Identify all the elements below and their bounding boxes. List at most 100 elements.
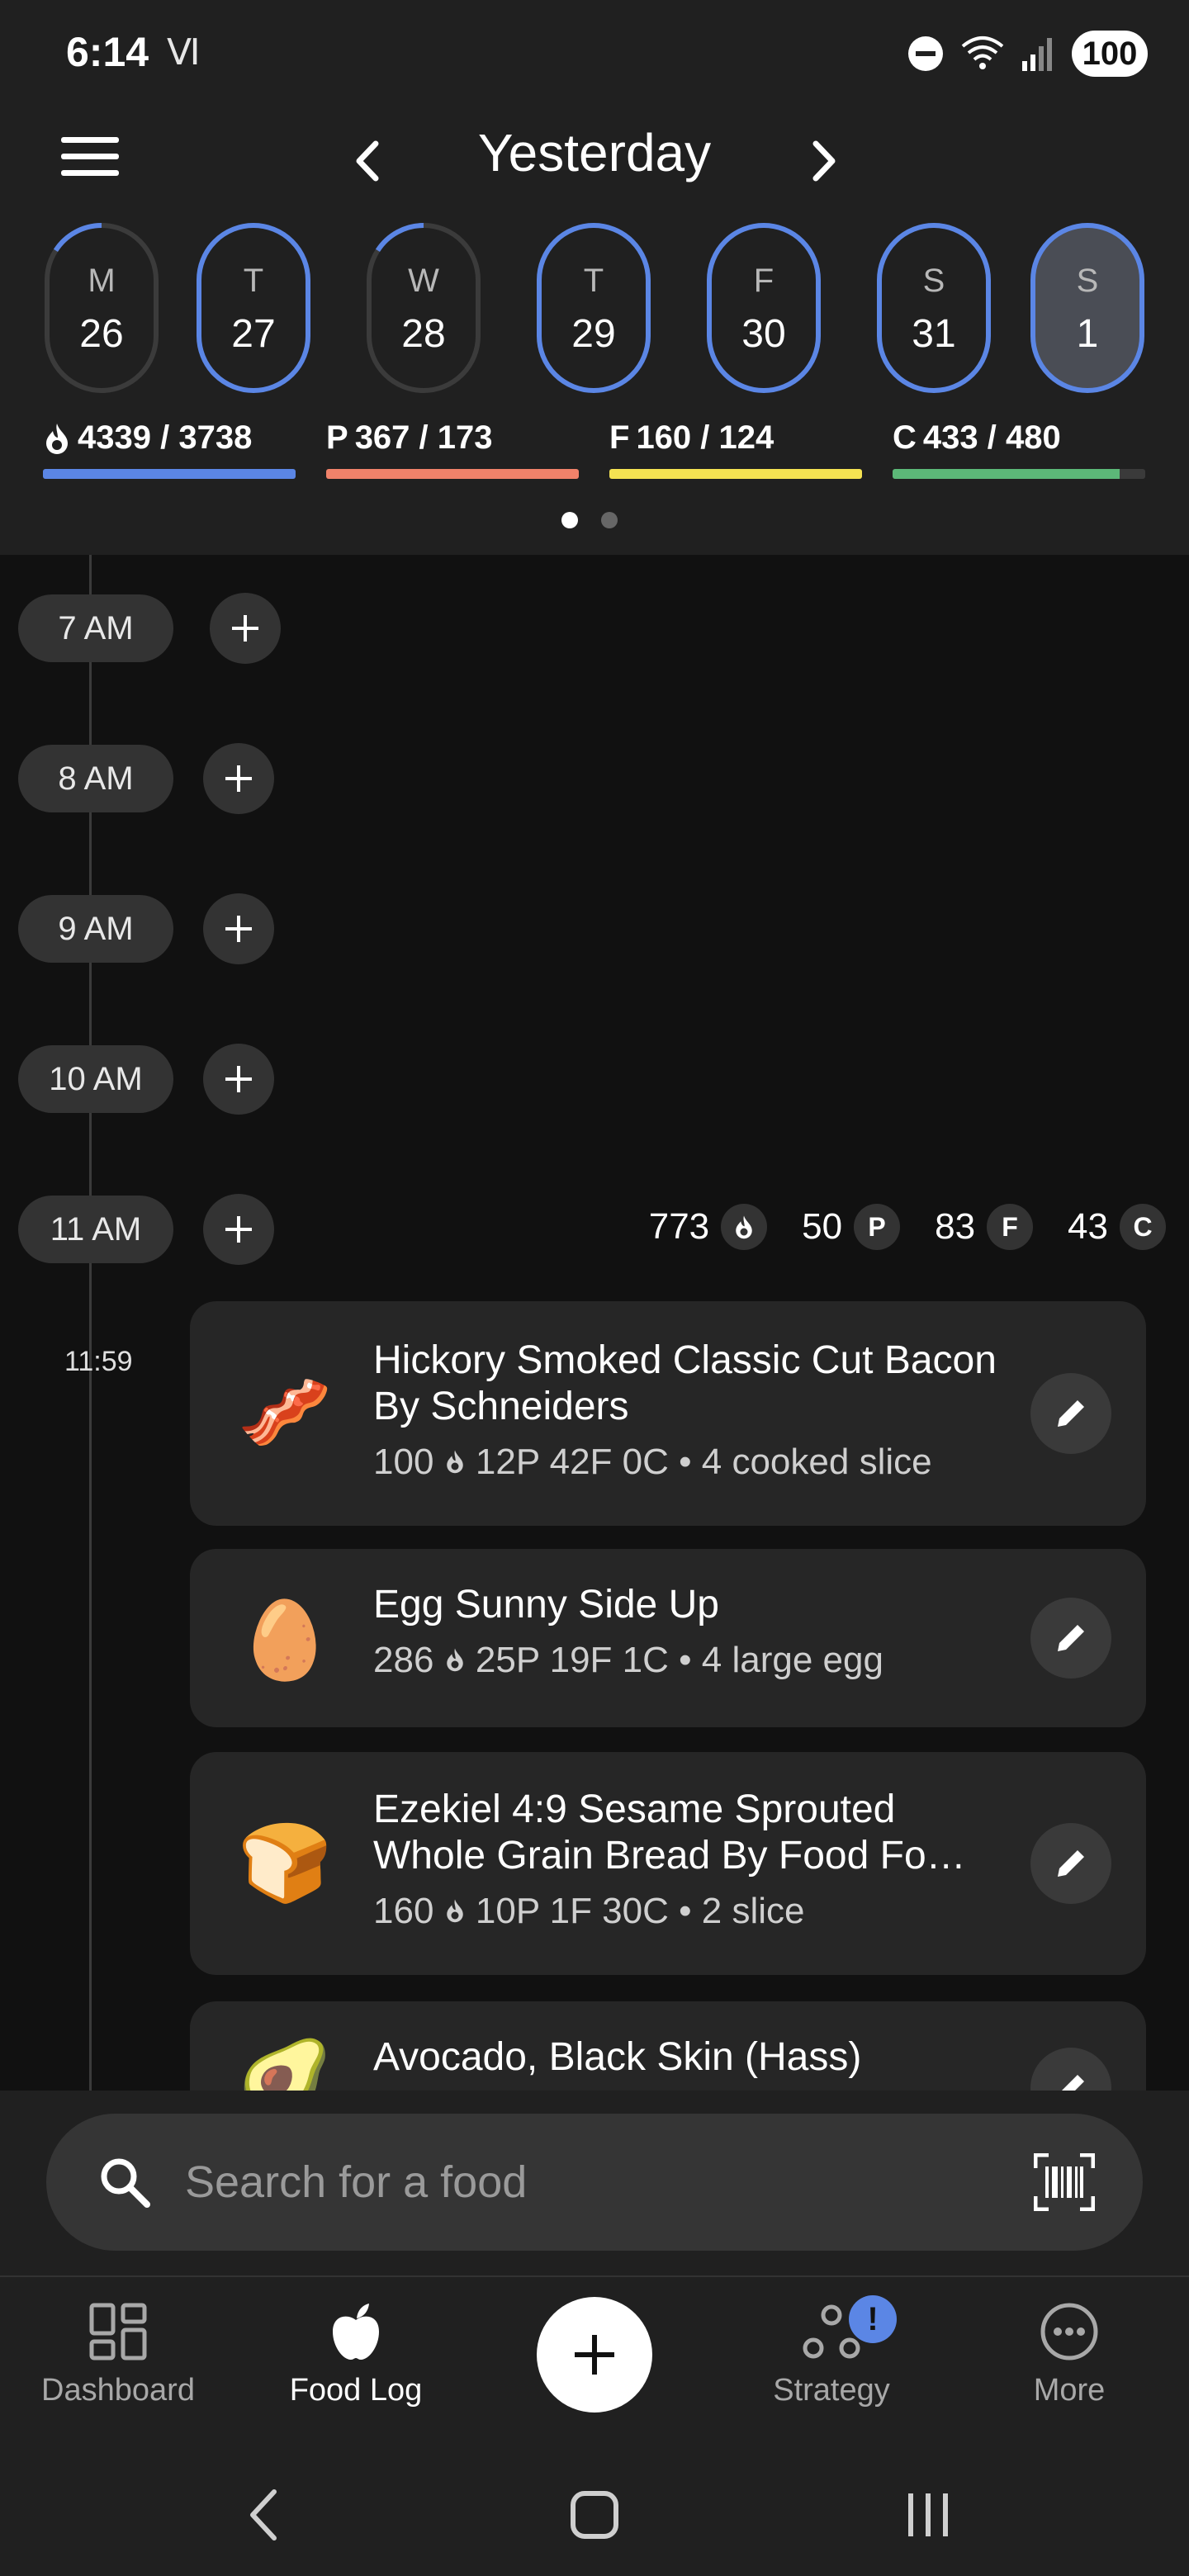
add-food-9am-button[interactable] [203, 893, 274, 964]
food-energy: 160 [373, 1891, 434, 1931]
fat-progress-bar [609, 469, 862, 479]
food-meta: 286 25P 19F 1C • 4 large egg [373, 1640, 883, 1680]
energy-total-value: 773 [648, 1206, 710, 1247]
page-indicator[interactable] [561, 512, 618, 528]
day-letter: W [408, 263, 439, 299]
barcode-scan-icon[interactable] [1034, 2153, 1095, 2211]
carbs-progress-fill [893, 469, 1120, 479]
protein-badge: P [854, 1204, 901, 1250]
status-bar: 6:14 Ⅵ 100 [0, 0, 1189, 107]
day-pill-29[interactable]: T 29 [537, 223, 651, 393]
page-dot-1[interactable] [561, 512, 578, 528]
menu-icon[interactable] [58, 132, 122, 182]
day-number: 30 [741, 312, 786, 356]
day-letter: S [1076, 263, 1099, 299]
page-title: Yesterday [477, 123, 712, 182]
flame-icon [721, 1204, 768, 1250]
search-input[interactable] [185, 2145, 928, 2219]
add-food-7am-button[interactable] [210, 593, 281, 664]
home-icon[interactable] [561, 2482, 628, 2548]
do-not-disturb-icon [908, 36, 943, 71]
day-pill-26[interactable]: M 26 [45, 223, 159, 393]
protein-progress-bar [326, 469, 579, 479]
nav-dashboard[interactable]: Dashboard [15, 2302, 221, 2408]
food-macros: 25P 19F 1C [475, 1640, 669, 1680]
edit-entry-button[interactable] [1030, 1598, 1111, 1679]
food-name: Egg Sunny Side Up [373, 1583, 719, 1627]
egg-icon: 🥚 [237, 1596, 333, 1684]
page-dot-2[interactable] [601, 512, 618, 528]
day-pill-1[interactable]: S1 [1030, 223, 1144, 393]
day-letter: T [243, 263, 264, 299]
hour-carbs-total: 43 C [1068, 1204, 1166, 1250]
day-number: 28 [401, 312, 446, 356]
plus-icon [225, 765, 252, 792]
hour-label: 9 AM [18, 895, 173, 963]
add-entry-button[interactable] [537, 2297, 652, 2413]
protein-summary: P 367 / 173 [326, 419, 579, 479]
day-letter: T [583, 263, 604, 299]
add-food-10am-button[interactable] [203, 1044, 274, 1115]
battery-indicator: 100 [1072, 31, 1148, 77]
day-pill-31[interactable]: S 31 [877, 223, 991, 393]
day-letter: S [922, 263, 945, 299]
search-icon [101, 2158, 150, 2208]
nav-strategy[interactable]: ! Strategy [728, 2295, 935, 2408]
food-entry-card[interactable]: 🥚 Egg Sunny Side Up 286 25P 19F 1C • 4 l… [190, 1549, 1146, 1727]
food-serving: 4 large egg [701, 1640, 883, 1680]
day-progress-arc [367, 223, 481, 393]
carbs-progress-bar [893, 469, 1145, 479]
date-header: Yesterday M 26 T 27 W 28 T 29 F 30 S 31 S 1 4339 / 37… [0, 107, 1189, 555]
add-food-8am-button[interactable] [203, 743, 274, 814]
hour-label: 11 AM [18, 1196, 173, 1263]
add-food-11am-button[interactable] [203, 1194, 274, 1265]
edit-entry-button[interactable] [1030, 1373, 1111, 1454]
day-number: 1 [1076, 312, 1099, 356]
plus-icon [575, 2335, 614, 2375]
day-pill-27[interactable]: T 27 [197, 223, 310, 393]
carbs-summary: C 433 / 480 [893, 419, 1145, 479]
hour-label: 7 AM [18, 594, 173, 662]
system-navigation-bar [0, 2449, 1189, 2576]
food-search[interactable] [46, 2114, 1143, 2251]
carbs-value: 433 / 480 [922, 419, 1061, 456]
hour-label: 10 AM [18, 1045, 173, 1113]
back-icon[interactable] [233, 2482, 299, 2548]
protein-value: 367 / 173 [354, 419, 493, 456]
hour-fat-total: 83 F [935, 1204, 1034, 1250]
dashboard-icon [89, 2303, 147, 2361]
next-day-button[interactable] [799, 132, 849, 190]
food-entry-card[interactable]: 🥓 Hickory Smoked Classic Cut Bacon By Sc… [190, 1301, 1146, 1526]
recents-icon[interactable] [895, 2482, 961, 2548]
nav-more[interactable]: More [966, 2302, 1172, 2408]
signal-icon [1022, 38, 1052, 71]
day-pill-28[interactable]: W 28 [367, 223, 481, 393]
hour-totals: 773 50 P 83 F 43 C [614, 1204, 1166, 1250]
nav-food-log[interactable]: Food Log [253, 2302, 459, 2408]
nav-label: Food Log [289, 2373, 423, 2408]
plus-icon [225, 1216, 252, 1243]
fat-badge: F [987, 1204, 1034, 1250]
flame-icon [433, 1640, 475, 1680]
food-name: Avocado, Black Skin (Hass) [373, 2035, 862, 2079]
day-letter: F [753, 263, 775, 299]
day-pill-30[interactable]: F 30 [707, 223, 821, 393]
pencil-icon [1058, 1625, 1084, 1651]
previous-day-button[interactable] [343, 132, 392, 190]
food-macros: 12P 42F 0C [475, 1442, 669, 1482]
meal-time: 11:59 [64, 1346, 133, 1377]
food-serving: 2 slice [701, 1891, 805, 1931]
day-letter: M [88, 263, 116, 299]
notification-badge: ! [849, 2295, 897, 2343]
day-number: 27 [231, 312, 276, 356]
food-entry-card[interactable]: 🍞 Ezekiel 4:9 Sesame Sprouted Whole Grai… [190, 1752, 1146, 1975]
fat-letter: F [609, 419, 630, 456]
carbs-letter: C [893, 419, 917, 456]
hour-label: 8 AM [18, 745, 173, 812]
edit-entry-button[interactable] [1030, 1823, 1111, 1904]
food-meta: 100 12P 42F 0C • 4 cooked slice [373, 1442, 932, 1482]
food-serving: 4 cooked slice [701, 1442, 932, 1482]
energy-value: 4339 / 3738 [78, 419, 253, 456]
food-energy: 286 [373, 1640, 434, 1680]
food-energy: 100 [373, 1442, 434, 1482]
